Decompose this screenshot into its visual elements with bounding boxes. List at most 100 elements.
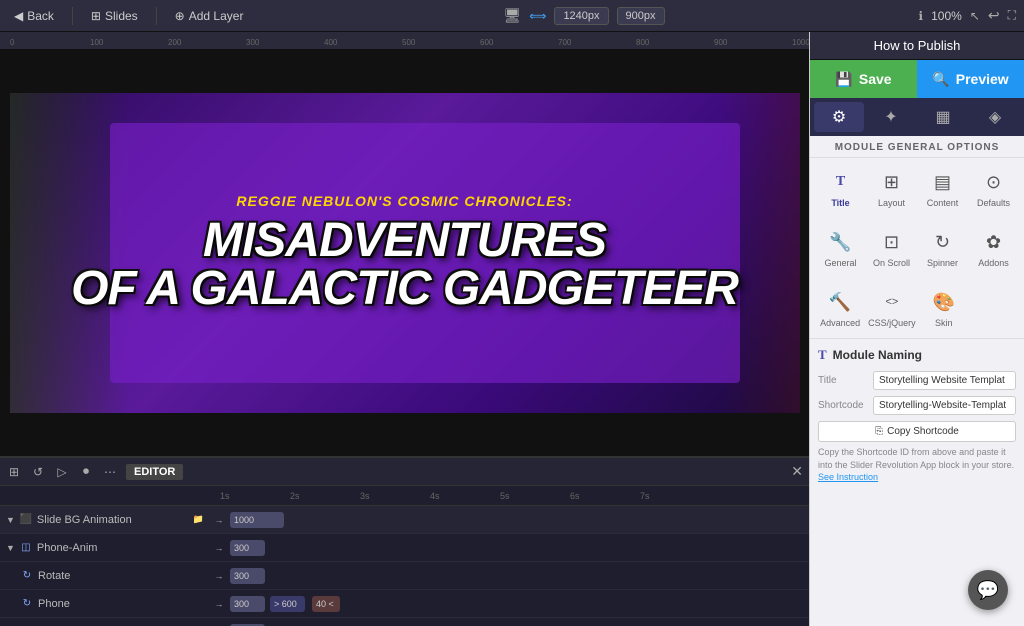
option-advanced[interactable]: 🔨 Advanced [816,284,864,332]
preview-button[interactable]: 🔍 Preview [917,60,1024,98]
add-layer-label: Add Layer [189,9,244,23]
timeline-bar-phone-3[interactable]: 40 < [312,596,340,612]
gear-icon: ⚙ [832,107,846,127]
option-general[interactable]: 🔧 General [816,224,865,272]
center-controls: 🖥 ⟺ 1240px 900px [503,7,664,25]
option-css-jquery-label: CSS/jQuery [868,318,916,328]
option-skin[interactable]: 🎨 Skin [920,284,968,332]
slide-canvas[interactable]: REGGIE NEBULON'S COSMIC CHRONICLES: MISA… [0,50,809,456]
layers-icon: ◈ [989,107,1001,127]
option-on-scroll[interactable]: ⊡ On Scroll [867,224,916,272]
collapse-icon[interactable]: ▼ [6,543,15,553]
option-title[interactable]: T Title [816,164,865,212]
slide-content: REGGIE NEBULON'S COSMIC CHRONICLES: MISA… [10,93,800,413]
divider2 [156,7,157,25]
save-icon: 💾 [835,71,852,88]
shortcode-field-value[interactable]: Storytelling-Website-Templat [873,396,1016,415]
option-addons[interactable]: ✿ Addons [969,224,1018,272]
back-button[interactable]: ◀ Back [8,7,60,25]
rotate-icon: ↻ [20,569,34,583]
ruler-mark-500: 500 [402,38,415,47]
option-advanced-label: Advanced [820,318,860,328]
top-bar: ◀ Back ⊞ Slides ⊕ Add Layer 🖥 ⟺ 1240px 9… [0,0,1024,32]
see-instruction-link[interactable]: See Instruction [818,472,878,482]
add-layer-button[interactable]: ⊕ Add Layer [169,7,250,25]
timeline-toolbar: ⊞ ↺ ▷ ⏺ ⋯ EDITOR ✕ [0,458,809,486]
option-css-jquery[interactable]: <> CSS/jQuery [866,284,918,332]
grid-icon[interactable]: ⊞ [6,464,22,480]
row-arrow: 📁 [193,514,204,525]
bar-area-phone: 300 > 600 40 < [228,590,809,617]
title-field-value[interactable]: Storytelling Website Templat [873,371,1016,390]
timeline-bar-rotate[interactable]: 300 [230,568,265,584]
option-general-label: General [824,258,856,268]
info-text: Copy the Shortcode ID from above and pas… [818,446,1016,484]
ruler-mark-200: 200 [168,38,181,47]
ruler-mark-100: 100 [90,38,103,47]
general-icon: 🔧 [827,228,855,256]
chat-icon: 💬 [977,580,999,601]
row-name-phone-anim: Phone-Anim [37,542,98,554]
option-spinner[interactable]: ↻ Spinner [918,224,967,272]
ruler: 0 100 200 300 400 500 600 700 800 900 10… [0,32,809,50]
bar-area-phone-bg: 300 [228,618,809,626]
defaults-icon: ⊙ [980,168,1008,196]
layer-icon: ⬛ [19,513,33,527]
module-naming-header: T Module Naming [818,347,1016,363]
refresh-icon[interactable]: ↺ [30,464,46,480]
bar-label-phone-1: 300 [234,599,249,609]
row-arrow-right3: → [210,571,228,581]
slides-button[interactable]: ⊞ Slides [85,7,144,25]
bar-label-slide-bg: 1000 [234,515,254,525]
bar-label-phone-2: > 600 [274,599,297,609]
option-spinner-label: Spinner [927,258,958,268]
option-content-label: Content [927,198,959,208]
title-field-row: Title Storytelling Website Templat [818,371,1016,390]
time-mark-5s: 5s [500,491,570,501]
timeline-close-btn[interactable]: ✕ [791,463,803,480]
table-row: ↻ Phone-Bg → 300 [0,618,809,626]
tab-settings[interactable]: ⚙ [814,102,864,132]
option-content[interactable]: ▤ Content [918,164,967,212]
play-icon[interactable]: ▷ [54,464,70,480]
options-row2: 🔧 General ⊡ On Scroll ↻ Spinner ✿ Addons [810,218,1024,278]
option-defaults[interactable]: ⊙ Defaults [969,164,1018,212]
slide-main-title: MISADVENTURES OF A GALACTIC GADGETEER [71,217,738,313]
undo-icon[interactable]: ↩ [988,7,1000,24]
bar-label-rotate: 300 [234,571,249,581]
record-icon[interactable]: ⏺ [78,464,94,480]
phone-icon: ↻ [20,597,34,611]
save-label: Save [859,71,892,87]
timeline-area: ⊞ ↺ ▷ ⏺ ⋯ EDITOR ✕ 1s 2s 3s 4s 5s 6s 7s [0,456,809,626]
table-row: ↻ Rotate → 300 [0,562,809,590]
height-control[interactable]: 900px [617,7,665,25]
timeline-bar-slide-bg[interactable]: 1000 [230,512,284,528]
bar-area-slide-bg: 1000 [228,506,809,533]
divider1 [72,7,73,25]
timeline-bar-phone-anim[interactable]: 300 [230,540,265,556]
tab-layout[interactable]: ▦ [918,102,968,132]
right-panel: How to Publish 💾 Save 🔍 Preview ⚙ ✦ ▦ [809,32,1024,626]
timeline-bar-phone-1[interactable]: 300 [230,596,265,612]
panel-tabs: ⚙ ✦ ▦ ◈ [810,98,1024,136]
chat-button[interactable]: 💬 [968,570,1008,610]
option-layout[interactable]: ⊞ Layout [867,164,916,212]
shortcode-field-label: Shortcode [818,400,873,411]
content-icon: ▤ [929,168,957,196]
search-icon: 🔍 [932,71,949,88]
more-icon[interactable]: ⋯ [102,464,118,480]
slide-subtitle: REGGIE NEBULON'S COSMIC CHRONICLES: [236,193,572,209]
slide-frame: REGGIE NEBULON'S COSMIC CHRONICLES: MISA… [10,93,800,413]
timeline-marks: 1s 2s 3s 4s 5s 6s 7s [210,491,809,501]
tab-move[interactable]: ✦ [866,102,916,132]
option-title-label: Title [831,198,849,208]
width-control[interactable]: 1240px [554,7,608,25]
add-layer-icon: ⊕ [175,9,185,23]
timeline-bar-phone-2[interactable]: > 600 [270,596,305,612]
copy-shortcode-button[interactable]: ⎘ Copy Shortcode [818,421,1016,442]
editor-label: EDITOR [126,464,183,480]
tab-layers[interactable]: ◈ [970,102,1020,132]
skin-icon: 🎨 [930,288,958,316]
expand-icon[interactable]: ▼ [6,515,15,525]
save-button[interactable]: 💾 Save [810,60,917,98]
